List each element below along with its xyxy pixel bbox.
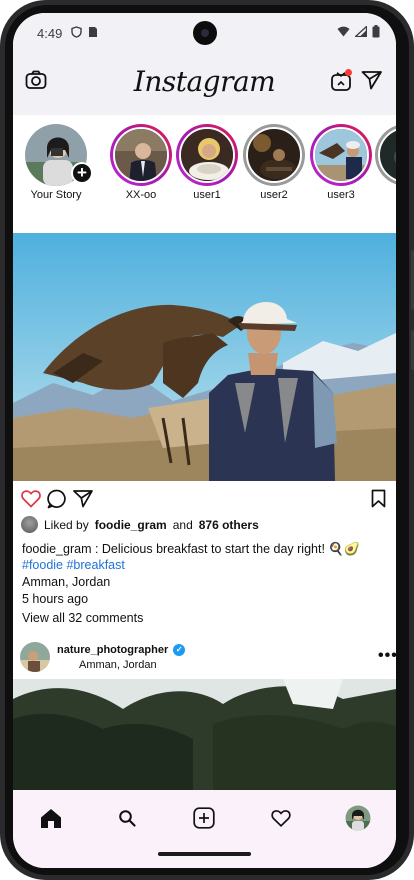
- view-comments-link[interactable]: View all 32 comments: [22, 611, 143, 625]
- comment-icon[interactable]: [47, 489, 67, 509]
- app-header: Instagram: [13, 53, 396, 115]
- post-username-text: nature_photographer: [57, 644, 169, 656]
- add-story-icon[interactable]: +: [71, 162, 93, 184]
- liked-by-user[interactable]: foodie_gram: [95, 518, 167, 532]
- post-actions: [13, 487, 396, 517]
- liked-by-avatar: [21, 516, 38, 533]
- story-avatar: [378, 127, 396, 183]
- more-options-icon[interactable]: •••: [378, 647, 396, 665]
- story-avatar-ring: [310, 124, 372, 186]
- avatar[interactable]: [20, 642, 50, 672]
- story-item[interactable]: user3: [308, 124, 374, 201]
- story-item[interactable]: user2: [241, 124, 307, 201]
- profile-avatar: [345, 805, 371, 831]
- story-avatar: [179, 127, 235, 183]
- post-time: 5 hours ago: [22, 592, 89, 606]
- sim-card-icon: [89, 27, 97, 37]
- liked-by[interactable]: Liked by foodie_gram and 876 others: [21, 516, 259, 533]
- verified-icon: ✓: [173, 644, 186, 656]
- nav-add-post[interactable]: [190, 804, 218, 832]
- shield-icon: [71, 26, 82, 38]
- send-icon[interactable]: [361, 70, 383, 90]
- post-caption: foodie_gram : Delicious breakfast to sta…: [22, 542, 360, 556]
- screen: 4:49 Instagram + Your Story XX-oo user1 …: [13, 13, 396, 868]
- liked-by-prefix: Liked by: [44, 517, 89, 532]
- activity-icon: [271, 810, 291, 827]
- nav-activity[interactable]: [267, 804, 295, 832]
- bookmark-icon[interactable]: [371, 489, 386, 508]
- status-right-icons: [337, 25, 380, 38]
- story-avatar-ring: [243, 124, 305, 186]
- liked-by-and: and: [172, 517, 193, 532]
- status-time: 4:49: [37, 26, 63, 41]
- liked-by-others[interactable]: 876 others: [199, 518, 259, 532]
- notification-dot: [345, 69, 352, 76]
- story-avatar: [313, 127, 369, 183]
- post-location[interactable]: Amman, Jordan: [79, 659, 157, 671]
- story-label: user3: [327, 189, 355, 201]
- story-own[interactable]: + Your Story: [23, 124, 93, 201]
- story-avatar-ring: [110, 124, 172, 186]
- heart-icon[interactable]: [21, 489, 41, 508]
- front-camera: [193, 21, 217, 45]
- nav-search[interactable]: [113, 804, 141, 832]
- signal-icon: [355, 26, 367, 37]
- story-avatar: [113, 127, 169, 183]
- story-item[interactable]: [373, 124, 396, 189]
- add-post-icon: [193, 807, 215, 829]
- nav-profile[interactable]: [344, 804, 372, 832]
- story-item[interactable]: user1: [174, 124, 240, 201]
- phone-frame: 4:49 Instagram + Your Story XX-oo user1 …: [0, 0, 414, 880]
- share-icon[interactable]: [73, 489, 93, 508]
- post-hashtags[interactable]: #foodie #breakfast: [22, 558, 125, 572]
- post-image[interactable]: [13, 679, 396, 791]
- story-item[interactable]: XX-oo: [108, 124, 174, 201]
- story-avatar-ring: [375, 124, 396, 186]
- story-avatar: [246, 127, 302, 183]
- post-image[interactable]: [13, 233, 396, 481]
- status-left-icons: [71, 26, 98, 38]
- home-icon: [41, 808, 61, 828]
- story-label: Your Story: [30, 189, 82, 201]
- post-header: nature_photographer ✓ Amman, Jordan •••: [13, 639, 396, 679]
- home-indicator[interactable]: [158, 852, 251, 856]
- battery-icon: [372, 25, 380, 38]
- bottom-navigation: [13, 790, 396, 868]
- story-avatar-ring: [176, 124, 238, 186]
- story-label: user2: [260, 189, 288, 201]
- wifi-icon: [337, 26, 350, 37]
- post-username[interactable]: nature_photographer ✓: [57, 644, 186, 656]
- post-location[interactable]: Amman, Jordan: [22, 575, 110, 589]
- stories-row[interactable]: + Your Story XX-oo user1 user2 user3: [13, 115, 396, 233]
- search-icon: [119, 810, 136, 827]
- story-label: XX-oo: [125, 189, 157, 201]
- status-bar: 4:49: [13, 13, 396, 53]
- story-label: user1: [193, 189, 221, 201]
- nav-home[interactable]: [37, 804, 65, 832]
